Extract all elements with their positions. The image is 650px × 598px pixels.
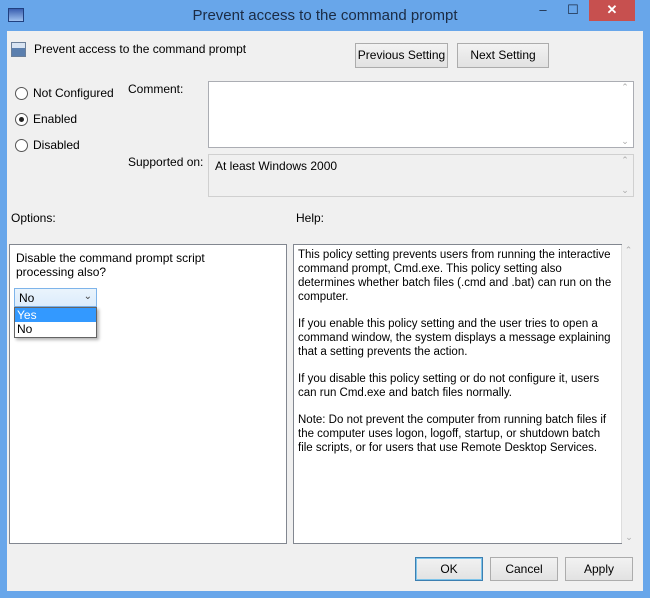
comment-scrollbar[interactable]: ⌃ ⌄ xyxy=(617,82,633,147)
supported-label: Supported on: xyxy=(128,155,204,169)
apply-button[interactable]: Apply xyxy=(565,557,633,581)
cancel-button[interactable]: Cancel xyxy=(490,557,558,581)
help-label: Help: xyxy=(296,211,325,225)
radio-label: Disabled xyxy=(33,138,80,152)
radio-enabled[interactable]: Enabled xyxy=(15,112,77,126)
help-paragraph: This policy setting prevents users from … xyxy=(298,249,612,303)
script-processing-dropdown[interactable]: No ⌄ xyxy=(14,288,97,307)
previous-setting-button[interactable]: Previous Setting xyxy=(355,43,448,68)
dialog-body: Prevent access to the command prompt Pre… xyxy=(7,31,643,591)
help-scrollbar[interactable]: ⌃ ⌄ xyxy=(621,245,635,543)
maximize-button[interactable]: ☐ xyxy=(560,0,586,21)
help-paragraph: Note: Do not prevent the computer from r… xyxy=(298,414,607,454)
help-paragraph: If you enable this policy setting and th… xyxy=(298,318,611,358)
dropdown-option-yes[interactable]: Yes xyxy=(15,308,96,322)
chevron-down-icon: ⌄ xyxy=(83,291,92,302)
next-setting-button[interactable]: Next Setting xyxy=(457,43,549,68)
dropdown-list: Yes No xyxy=(14,307,97,338)
radio-label: Enabled xyxy=(33,112,78,126)
options-panel: Disable the command prompt script proces… xyxy=(9,244,287,544)
policy-icon xyxy=(11,42,26,57)
option-question: Disable the command prompt script proces… xyxy=(16,251,205,279)
supported-scrollbar[interactable]: ⌃ ⌄ xyxy=(617,155,633,196)
radio-disabled[interactable]: Disabled xyxy=(15,138,80,152)
help-panel: This policy setting prevents users from … xyxy=(293,244,633,544)
supported-text: At least Windows 2000 xyxy=(215,159,338,173)
options-label: Options: xyxy=(11,211,56,225)
ok-button[interactable]: OK xyxy=(415,557,483,581)
policy-name: Prevent access to the command prompt xyxy=(34,42,247,56)
close-button[interactable]: ✕ xyxy=(589,0,635,21)
help-paragraph: If you disable this policy setting or do… xyxy=(298,373,600,399)
radio-label: Not Configured xyxy=(33,86,114,100)
dropdown-value: No xyxy=(19,291,35,305)
comment-input[interactable]: ⌃ ⌄ xyxy=(208,81,634,148)
radio-not-configured[interactable]: Not Configured xyxy=(15,86,114,100)
dropdown-option-no[interactable]: No xyxy=(15,322,96,336)
radio-circle xyxy=(15,112,28,126)
supported-value: At least Windows 2000 ⌃ ⌄ xyxy=(208,154,634,197)
comment-label: Comment: xyxy=(128,82,184,96)
radio-circle xyxy=(15,138,28,152)
radio-circle xyxy=(15,86,28,100)
minimize-button[interactable]: – xyxy=(530,0,556,21)
